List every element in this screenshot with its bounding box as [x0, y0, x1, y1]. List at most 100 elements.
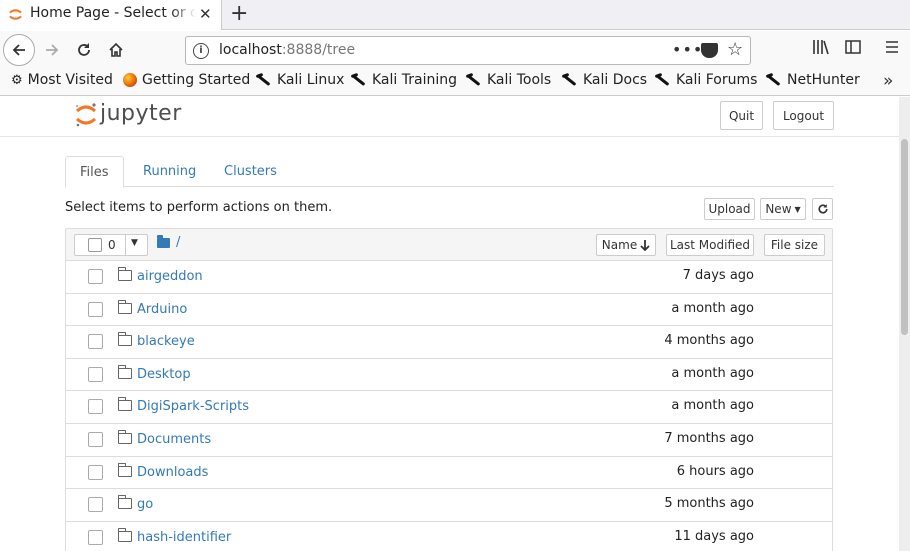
item-checkbox[interactable]: [88, 334, 103, 350]
sort-by-size-button[interactable]: File size: [764, 234, 825, 256]
bookmark-getting-started[interactable]: Getting Started: [123, 72, 250, 88]
item-name-link[interactable]: go: [137, 497, 153, 512]
close-tab-icon[interactable]: ✕: [199, 5, 212, 23]
tab-clusters[interactable]: Clusters: [210, 156, 291, 187]
library-icon[interactable]: [812, 39, 830, 60]
select-all-dropdown[interactable]: 0 ▼: [74, 234, 148, 256]
folder-icon: [117, 397, 132, 412]
refresh-button[interactable]: [812, 198, 833, 220]
breadcrumb-root[interactable]: /: [176, 235, 180, 250]
pocket-icon[interactable]: [701, 43, 718, 58]
browser-tab-strip: Home Page - Select or create a notebook …: [0, 0, 910, 30]
bookmark-label: NetHunter: [787, 72, 860, 88]
bookmark-kali-tools[interactable]: Kali Tools: [466, 72, 551, 88]
folder-icon: [157, 234, 170, 248]
item-name-link[interactable]: Desktop: [137, 367, 191, 382]
bookmark-label: Kali Tools: [487, 72, 552, 88]
bookmark-label: Most Visited: [27, 72, 113, 88]
site-info-icon[interactable]: i: [193, 43, 209, 59]
folder-icon: [117, 364, 132, 379]
bookmark-kali-docs[interactable]: Kali Docs: [562, 72, 647, 88]
item-checkbox[interactable]: [88, 431, 103, 447]
new-dropdown-button[interactable]: New ▼: [760, 198, 806, 220]
page-actions-icon[interactable]: •••: [672, 40, 703, 59]
jupyter-header: jupyter Quit Logout: [0, 97, 899, 137]
browser-tab-active[interactable]: Home Page - Select or create a notebook …: [0, 0, 222, 30]
select-all-checkbox[interactable]: [88, 238, 102, 252]
item-modified: a month ago: [671, 300, 754, 316]
file-list-item[interactable]: DigiSpark-Scripts a month ago: [65, 391, 833, 424]
breadcrumb[interactable]: /: [157, 234, 180, 250]
item-name-link[interactable]: Arduino: [137, 302, 187, 317]
item-name-link[interactable]: hash-identifier: [137, 530, 231, 545]
kali-dragon-icon: [562, 73, 578, 87]
bookmark-star-icon[interactable]: ☆: [727, 39, 743, 60]
file-list-item[interactable]: airgeddon 7 days ago: [65, 261, 833, 294]
file-list-item[interactable]: hash-identifier 11 days ago: [65, 521, 833, 551]
bookmark-label: Kali Training: [372, 72, 457, 88]
jupyter-wordmark: jupyter: [100, 101, 182, 126]
bookmark-label: Kali Forums: [676, 72, 758, 88]
file-list-item[interactable]: Documents 7 months ago: [65, 423, 833, 457]
sort-by-modified-button[interactable]: Last Modified: [666, 234, 754, 256]
quit-button[interactable]: Quit: [720, 101, 763, 130]
reload-icon[interactable]: [69, 35, 99, 65]
back-arrow-icon[interactable]: [3, 34, 35, 66]
file-list-header: 0 ▼ / Name Last Modified File size: [65, 228, 833, 261]
item-checkbox[interactable]: [88, 366, 103, 382]
url-path: :8888/tree: [281, 42, 356, 58]
chevron-right-double-icon[interactable]: »: [883, 71, 893, 91]
item-modified: 5 months ago: [664, 496, 754, 512]
file-list-item[interactable]: go 5 months ago: [65, 489, 833, 522]
item-name-link[interactable]: blackeye: [137, 334, 195, 349]
item-checkbox[interactable]: [88, 269, 103, 284]
file-list-item[interactable]: Arduino a month ago: [65, 293, 833, 327]
new-tab-icon[interactable]: +: [230, 1, 248, 27]
hamburger-menu-icon[interactable]: [884, 39, 900, 60]
logout-button[interactable]: Logout: [773, 101, 834, 130]
tab-running[interactable]: Running: [129, 156, 210, 187]
selected-count: 0: [108, 238, 116, 252]
scrollbar-thumb[interactable]: [901, 139, 908, 335]
item-name-link[interactable]: airgeddon: [137, 269, 203, 284]
toolbar-message: Select items to perform actions on them.: [65, 200, 333, 215]
item-modified: 11 days ago: [674, 528, 754, 544]
sort-by-name-button[interactable]: Name: [596, 234, 656, 256]
item-modified: a month ago: [671, 398, 754, 414]
divider: [125, 235, 126, 255]
jupyter-logo[interactable]: jupyter: [74, 101, 184, 129]
caret-down-icon[interactable]: ▼: [131, 238, 138, 248]
item-name-link[interactable]: Downloads: [137, 465, 208, 480]
new-button-label: New: [765, 202, 792, 216]
file-list-item[interactable]: Downloads 6 hours ago: [65, 456, 833, 490]
bookmark-kali-linux[interactable]: Kali Linux: [256, 72, 344, 88]
item-name-link[interactable]: Documents: [137, 432, 211, 447]
item-checkbox[interactable]: [88, 497, 103, 513]
url-bar[interactable]: i localhost:8888/tree ••• ☆: [185, 36, 751, 65]
upload-button[interactable]: Upload: [704, 198, 755, 220]
sort-arrow-down-icon: [640, 239, 650, 251]
bookmark-kali-training[interactable]: Kali Training: [351, 72, 457, 88]
kali-dragon-icon: [655, 73, 671, 87]
file-list-item[interactable]: Desktop a month ago: [65, 358, 833, 392]
item-checkbox[interactable]: [88, 529, 103, 545]
item-checkbox[interactable]: [88, 464, 103, 480]
bookmark-most-visited[interactable]: ⚙ Most Visited: [11, 72, 113, 88]
page-scrollbar[interactable]: [899, 97, 910, 551]
bookmark-label: Kali Linux: [277, 72, 345, 88]
item-checkbox[interactable]: [88, 301, 103, 317]
bookmark-nethunter[interactable]: NetHunter: [766, 72, 860, 88]
sidebar-icon[interactable]: [845, 39, 861, 60]
item-modified: 4 months ago: [664, 333, 754, 349]
item-name-link[interactable]: DigiSpark-Scripts: [137, 399, 249, 414]
file-list-item[interactable]: blackeye 4 months ago: [65, 326, 833, 359]
tab-files[interactable]: Files: [65, 156, 124, 188]
bookmarks-toolbar: ⚙ Most Visited Getting Started Kali Linu…: [0, 69, 910, 96]
forward-arrow-icon[interactable]: [37, 35, 67, 65]
home-icon[interactable]: [101, 35, 131, 65]
item-checkbox[interactable]: [88, 399, 103, 415]
firefox-icon: [123, 73, 137, 87]
bookmark-kali-forums[interactable]: Kali Forums: [655, 72, 757, 88]
item-modified: 6 hours ago: [676, 463, 754, 479]
kali-dragon-icon: [256, 73, 272, 87]
